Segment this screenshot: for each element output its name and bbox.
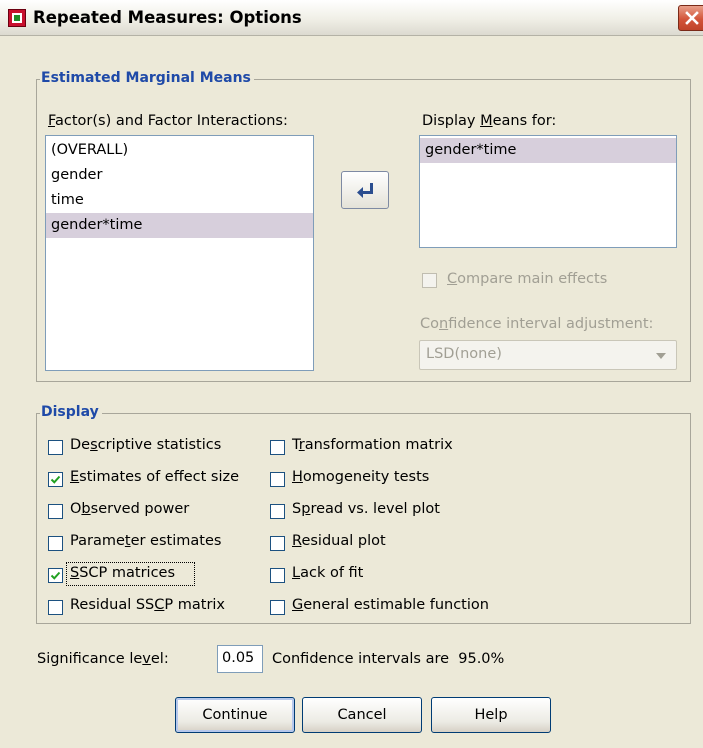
compare-main-effects-label: Compare main effects <box>447 271 608 287</box>
residual-sscp-label: Residual SSCP matrix <box>70 597 226 613</box>
close-button[interactable] <box>678 5 703 31</box>
sscp-matrices-checkbox[interactable] <box>48 568 63 583</box>
descriptive-statistics-label: Descriptive statistics <box>70 437 222 453</box>
ci-percent-text: Confidence intervals are 95.0% <box>272 651 505 667</box>
spss-dialog-icon <box>8 9 26 27</box>
factors-label: Factor(s) and Factor Interactions: <box>48 113 288 129</box>
homogeneity-tests-label: Homogeneity tests <box>292 469 430 485</box>
factors-listbox[interactable]: (OVERALL) gender time gender*time <box>45 135 314 371</box>
general-estimable-function-label: General estimable function <box>292 597 489 613</box>
residual-plot-checkbox[interactable] <box>270 536 285 551</box>
general-estimable-function-checkbox[interactable] <box>270 600 285 615</box>
residual-sscp-checkbox[interactable] <box>48 600 63 615</box>
display-legend: Display <box>40 404 102 420</box>
observed-power-checkbox[interactable] <box>48 504 63 519</box>
parameter-estimates-label: Parameter estimates <box>70 533 222 549</box>
homogeneity-tests-checkbox[interactable] <box>270 472 285 487</box>
window-title: Repeated Measures: Options <box>33 8 302 27</box>
checkmark-icon <box>50 571 61 580</box>
transformation-matrix-label: Transformation matrix <box>292 437 453 453</box>
continue-button[interactable]: Continue <box>175 697 295 733</box>
compare-main-effects-checkbox[interactable] <box>422 273 437 288</box>
list-item[interactable]: (OVERALL) <box>46 138 313 163</box>
significance-label: Significance level: <box>37 651 169 667</box>
effect-size-checkbox[interactable] <box>48 472 63 487</box>
observed-power-label: Observed power <box>70 501 190 517</box>
significance-level-input[interactable]: 0.05 <box>217 645 263 673</box>
list-item-selected[interactable]: gender*time <box>46 213 313 238</box>
effect-size-label: Estimates of effect size <box>70 469 240 485</box>
move-arrow-icon <box>357 183 373 198</box>
residual-plot-label: Residual plot <box>292 533 386 549</box>
transformation-matrix-checkbox[interactable] <box>270 440 285 455</box>
parameter-estimates-checkbox[interactable] <box>48 536 63 551</box>
help-button[interactable]: Help <box>431 697 551 733</box>
display-means-listbox[interactable]: gender*time <box>419 135 677 248</box>
ci-adjustment-dropdown[interactable]: LSD(none) <box>419 340 677 370</box>
ci-adjustment-label: Confidence interval adjustment: <box>420 316 654 332</box>
lack-of-fit-label: Lack of fit <box>292 565 364 581</box>
sscp-matrices-label: SSCP matrices <box>70 565 176 581</box>
spread-level-plot-label: Spread vs. level plot <box>292 501 440 517</box>
list-item[interactable]: gender <box>46 163 313 188</box>
lack-of-fit-checkbox[interactable] <box>270 568 285 583</box>
chevron-down-icon <box>656 353 666 359</box>
significance-value: 0.05 <box>222 650 255 666</box>
ci-adjustment-value: LSD(none) <box>426 346 502 362</box>
close-icon <box>685 11 699 25</box>
emm-legend: Estimated Marginal Means <box>40 70 254 86</box>
display-means-label: Display Means for: <box>422 113 557 129</box>
cancel-button[interactable]: Cancel <box>302 697 422 733</box>
move-to-display-means-button[interactable] <box>341 171 389 209</box>
list-item-selected[interactable]: gender*time <box>420 138 676 163</box>
list-item[interactable]: time <box>46 188 313 213</box>
descriptive-statistics-checkbox[interactable] <box>48 440 63 455</box>
spread-level-plot-checkbox[interactable] <box>270 504 285 519</box>
checkmark-icon <box>50 475 61 484</box>
title-bar[interactable]: Repeated Measures: Options <box>0 0 703 36</box>
